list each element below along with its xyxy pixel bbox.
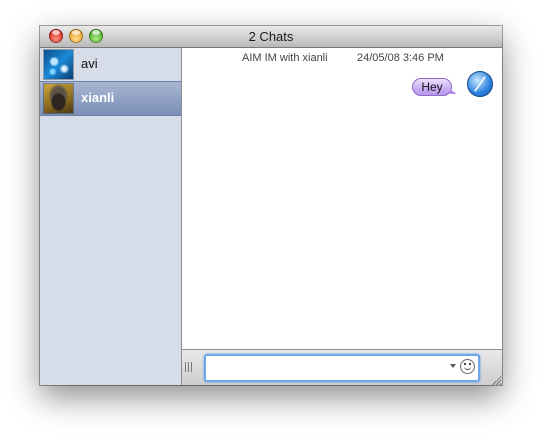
window-title: 2 Chats bbox=[248, 29, 294, 44]
smiley-icon[interactable] bbox=[460, 359, 475, 374]
input-bar bbox=[182, 349, 502, 385]
message-input[interactable] bbox=[204, 354, 480, 382]
buddy-icon bbox=[467, 71, 493, 97]
chevron-down-icon[interactable] bbox=[450, 364, 456, 368]
contact-sidebar: avi xianli bbox=[40, 48, 182, 385]
avatar bbox=[44, 84, 73, 113]
message-bubble: Hey bbox=[412, 78, 457, 96]
contact-name: avi bbox=[81, 56, 98, 71]
contact-item-avi[interactable]: avi bbox=[40, 48, 181, 81]
chat-timestamp: 24/05/08 3:46 PM bbox=[357, 52, 444, 64]
resize-grip-icon[interactable] bbox=[491, 375, 501, 385]
avatar bbox=[44, 50, 73, 79]
chat-window: 2 Chats avi xianli AIM IM with xianli 24… bbox=[40, 26, 502, 385]
contact-item-xianli[interactable]: xianli bbox=[40, 81, 181, 116]
contact-name: xianli bbox=[81, 90, 115, 105]
split-grip-icon[interactable] bbox=[185, 362, 194, 372]
service-label: AIM IM with xianli bbox=[242, 52, 328, 64]
title-bar[interactable]: 2 Chats bbox=[40, 26, 502, 48]
chat-transcript[interactable]: AIM IM with xianli 24/05/08 3:46 PM Hey bbox=[182, 48, 502, 349]
